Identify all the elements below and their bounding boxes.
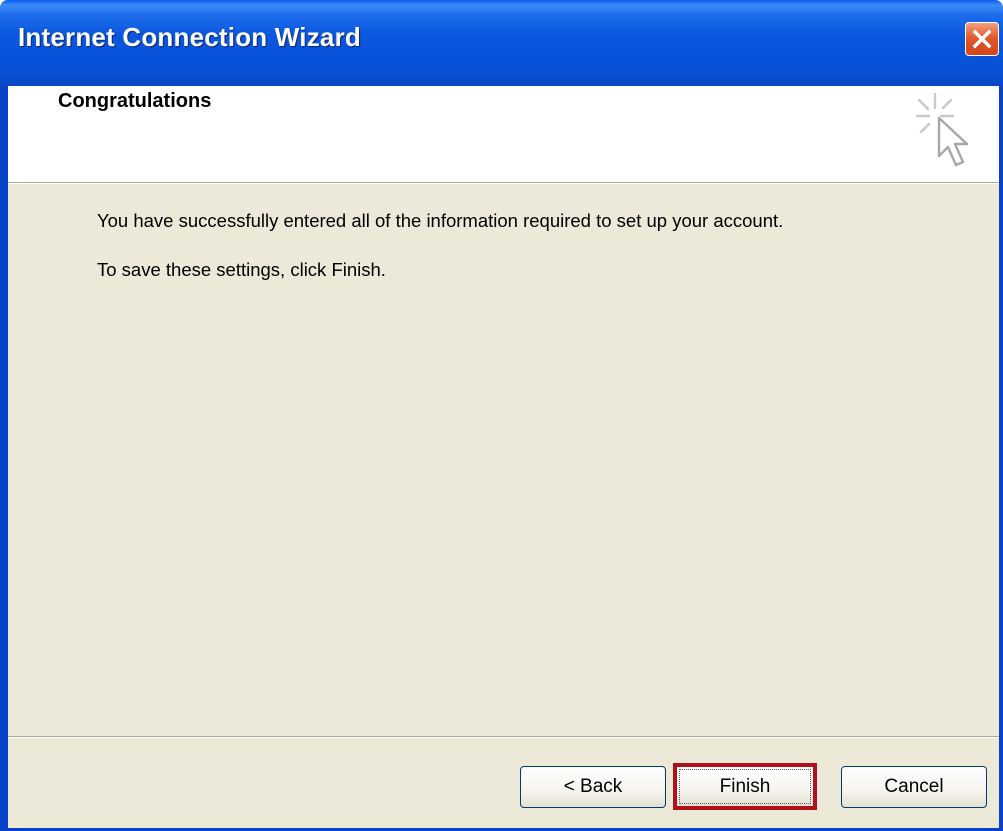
success-message: You have successfully entered all of the… — [97, 210, 784, 231]
page-title: Congratulations — [58, 90, 212, 112]
finish-instruction: To save these settings, click Finish. — [97, 259, 386, 280]
finish-button-label: Finish — [719, 776, 771, 797]
finish-button[interactable]: Finish — [673, 763, 817, 810]
wizard-header: Congratulations — [8, 86, 999, 182]
cancel-button[interactable]: Cancel — [841, 766, 987, 808]
wizard-client-area: Congratulations You have successfully en… — [8, 86, 999, 828]
footer-divider — [8, 736, 999, 738]
title-bar[interactable]: Internet Connection Wizard — [0, 0, 1003, 86]
close-button[interactable] — [965, 22, 999, 56]
header-divider — [8, 182, 999, 184]
wizard-cursor-sparkle-icon — [915, 92, 969, 167]
close-icon — [972, 29, 992, 49]
window-title: Internet Connection Wizard — [18, 22, 361, 52]
wizard-window: Internet Connection Wizard Congratulatio… — [0, 0, 1003, 831]
back-button[interactable]: < Back — [520, 766, 666, 808]
